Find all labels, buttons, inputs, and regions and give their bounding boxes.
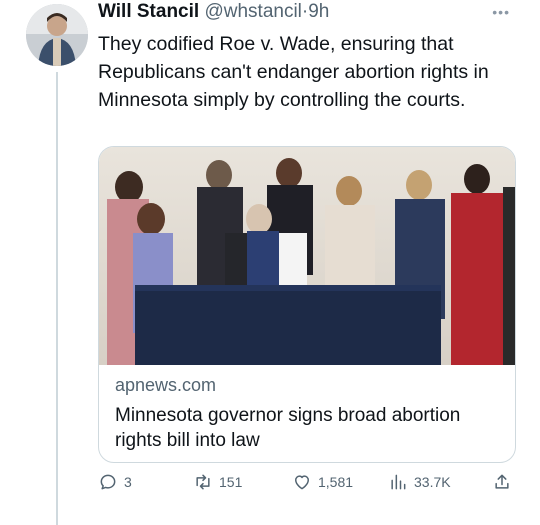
heart-icon [295, 475, 309, 490]
link-card[interactable]: apnews.com Minnesota governor signs broa… [98, 146, 516, 463]
reply-count: 3 [124, 474, 132, 490]
retweet-button[interactable]: 151 [193, 472, 242, 492]
tweet-timestamp[interactable]: 9h [308, 1, 329, 22]
link-card-domain: apnews.com [115, 375, 217, 395]
views-count: 33.7K [414, 474, 451, 490]
tweet-actions: 3 151 1,581 33.7K [98, 472, 518, 498]
thread-line [56, 72, 58, 525]
like-button[interactable]: 1,581 [292, 472, 353, 492]
views-icon [391, 474, 406, 490]
avatar-image [26, 4, 88, 66]
views-button[interactable]: 33.7K [388, 472, 451, 492]
tweet-text: They codified Roe v. Wade, ensuring that… [98, 33, 489, 111]
author-name[interactable]: Will Stancil [98, 1, 199, 22]
like-count: 1,581 [318, 474, 354, 490]
author-handle[interactable]: @whstancil [204, 1, 301, 22]
reply-icon [100, 474, 116, 490]
share-button[interactable] [492, 472, 518, 492]
avatar[interactable] [26, 4, 88, 66]
retweet-count: 151 [219, 474, 243, 490]
tweet-header: Will Stancil @whstancil·9h [98, 1, 329, 23]
more-options-button[interactable]: ••• [492, 4, 510, 20]
link-card-image [99, 147, 515, 365]
share-icon [495, 474, 509, 489]
reply-button[interactable]: 3 [98, 472, 132, 492]
retweet-icon [196, 474, 210, 490]
link-card-title: Minnesota governor signs broad abortion … [115, 405, 461, 451]
